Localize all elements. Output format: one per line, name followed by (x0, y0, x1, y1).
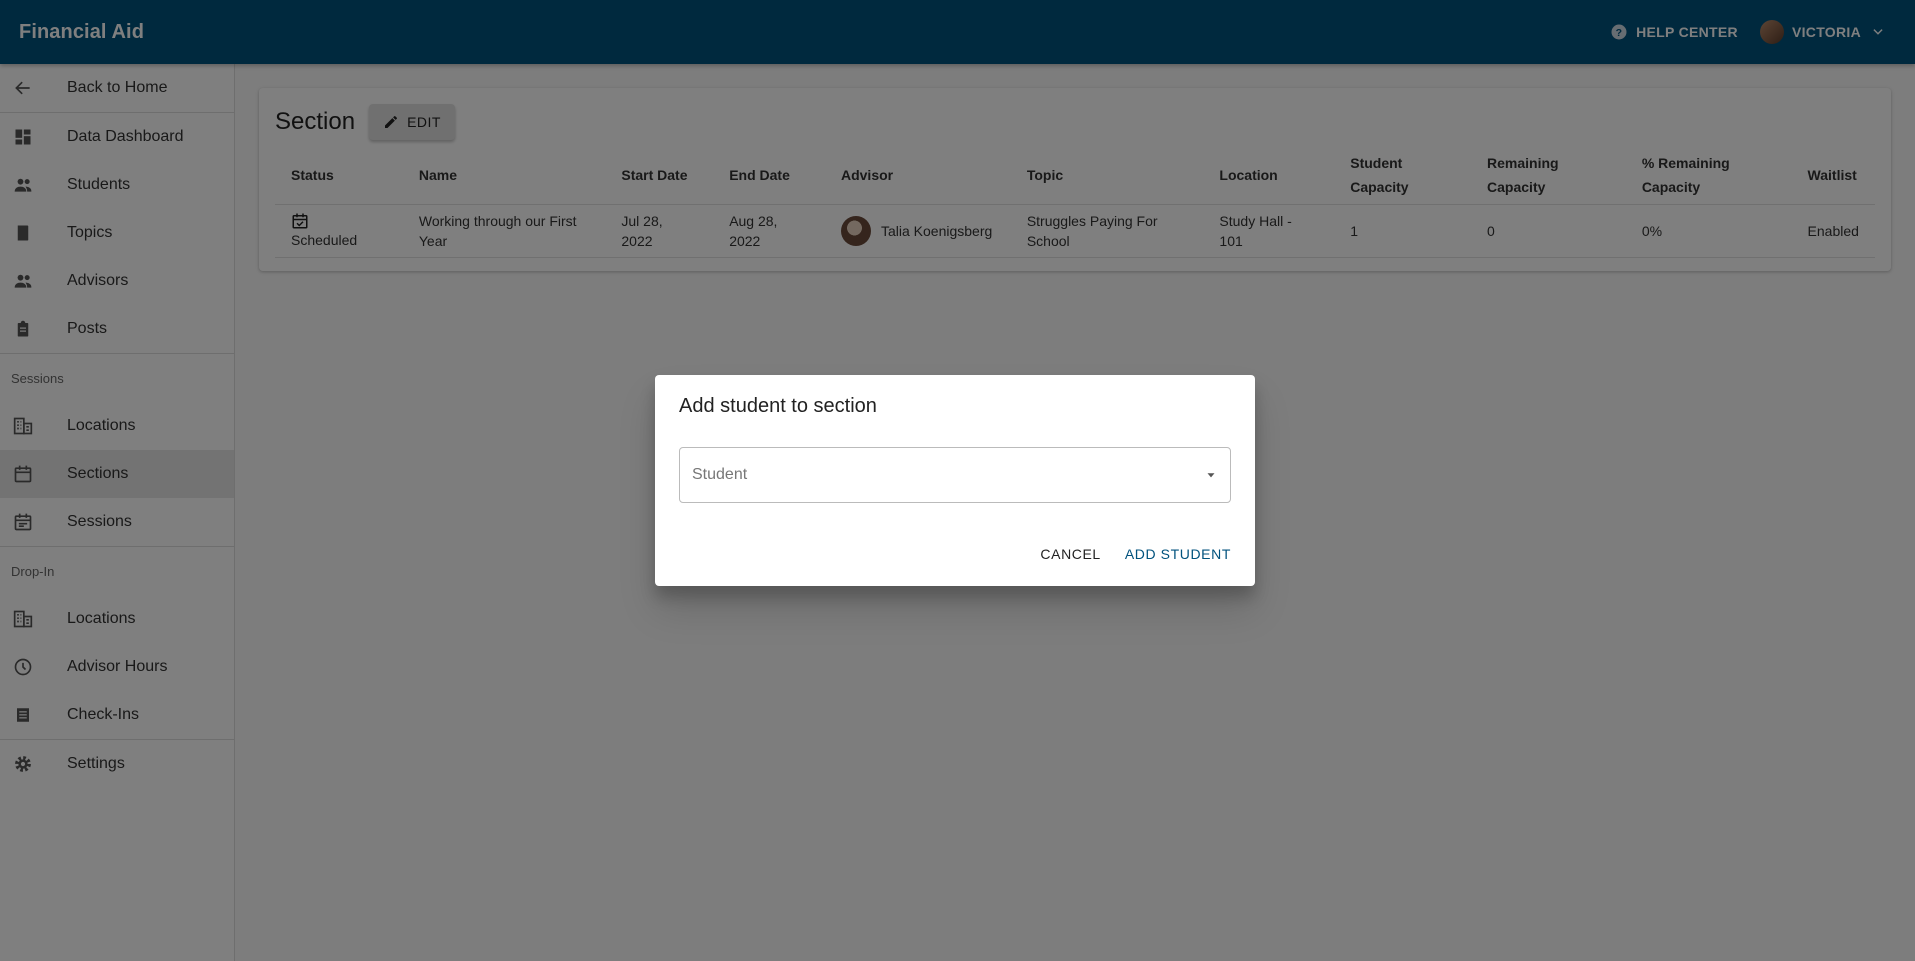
student-select-placeholder: Student (692, 466, 748, 483)
student-select[interactable]: Student (679, 447, 1231, 503)
add-student-button[interactable]: ADD STUDENT (1117, 540, 1239, 568)
cancel-button[interactable]: CANCEL (1032, 540, 1108, 568)
dropdown-arrow-icon (1207, 473, 1215, 478)
dialog-actions: CANCEL ADD STUDENT (1032, 540, 1239, 568)
dialog-title: Add student to section (679, 395, 877, 417)
add-student-dialog: Add student to section Student CANCEL AD… (655, 375, 1255, 586)
